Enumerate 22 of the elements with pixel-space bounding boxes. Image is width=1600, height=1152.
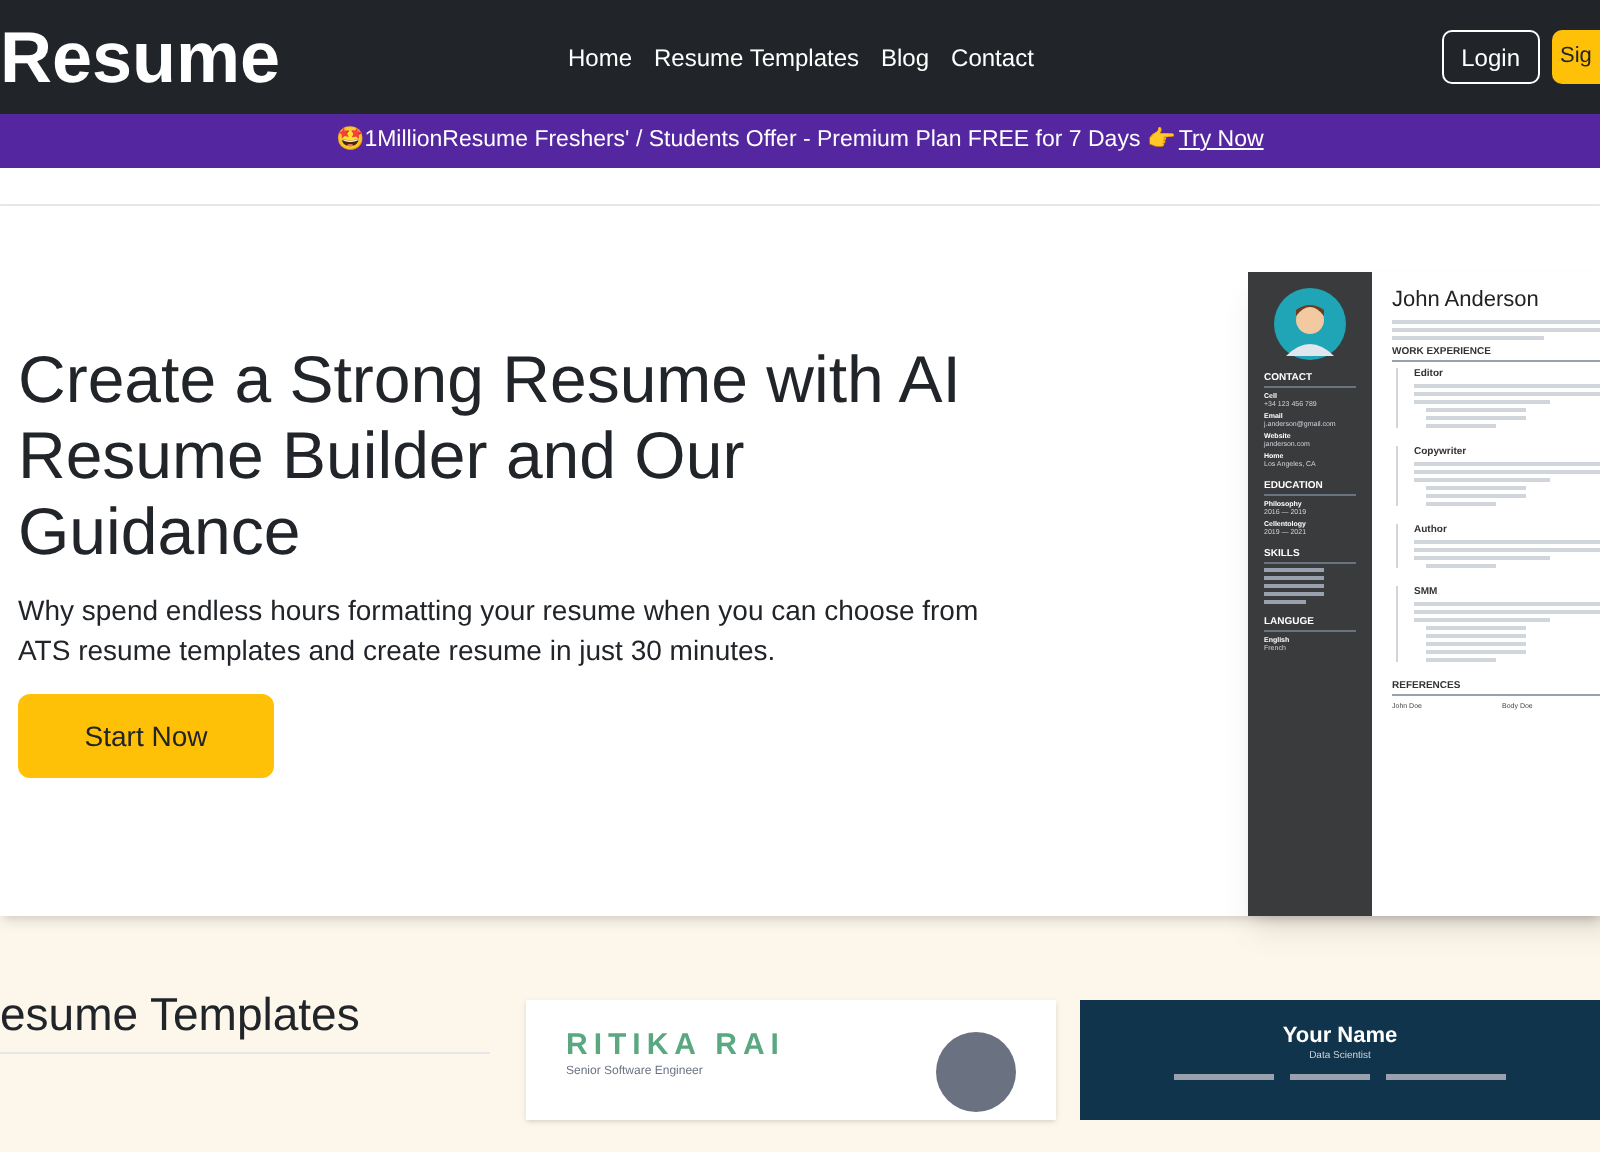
text-lines-drawing <box>1264 568 1324 604</box>
login-button[interactable]: Login <box>1441 30 1540 84</box>
photo-placeholder <box>936 1032 1016 1112</box>
avatar-icon <box>1274 288 1346 360</box>
template-name: RITIKA RAI <box>566 1028 785 1064</box>
hero-subtitle: Why spend endless hours formatting your resume when you can choose from ATS resume templates and create resume in just 30 minutes. <box>18 592 981 670</box>
nav-link[interactable]: Contact <box>951 39 1034 75</box>
nav-link[interactable]: Resume Templates <box>654 39 860 75</box>
text-lines-drawing <box>1426 486 1526 506</box>
signup-button[interactable]: Sig <box>1552 30 1600 84</box>
nav-link[interactable]: Blog <box>881 39 930 75</box>
template-name: Your Name <box>1282 1024 1398 1050</box>
start-now-button[interactable]: Start Now <box>18 694 274 778</box>
resume-name: John Anderson <box>1392 288 1541 314</box>
nav-link[interactable]: Home <box>568 39 633 75</box>
try-now-link[interactable]: Try Now <box>1178 123 1264 159</box>
hero-title: Create a Strong Resume with AI Resume Builder and Our Guidance <box>18 342 963 570</box>
offer-text: 🤩1MillionResume Freshers' / Students Offer - Premium Plan FREE for 7 Days 👉 <box>336 124 1175 156</box>
site-logo[interactable]: Resume <box>0 21 546 93</box>
section-title: esume Templates <box>0 986 362 1044</box>
text-lines-drawing <box>1426 626 1526 662</box>
text-lines-drawing <box>1426 408 1526 428</box>
